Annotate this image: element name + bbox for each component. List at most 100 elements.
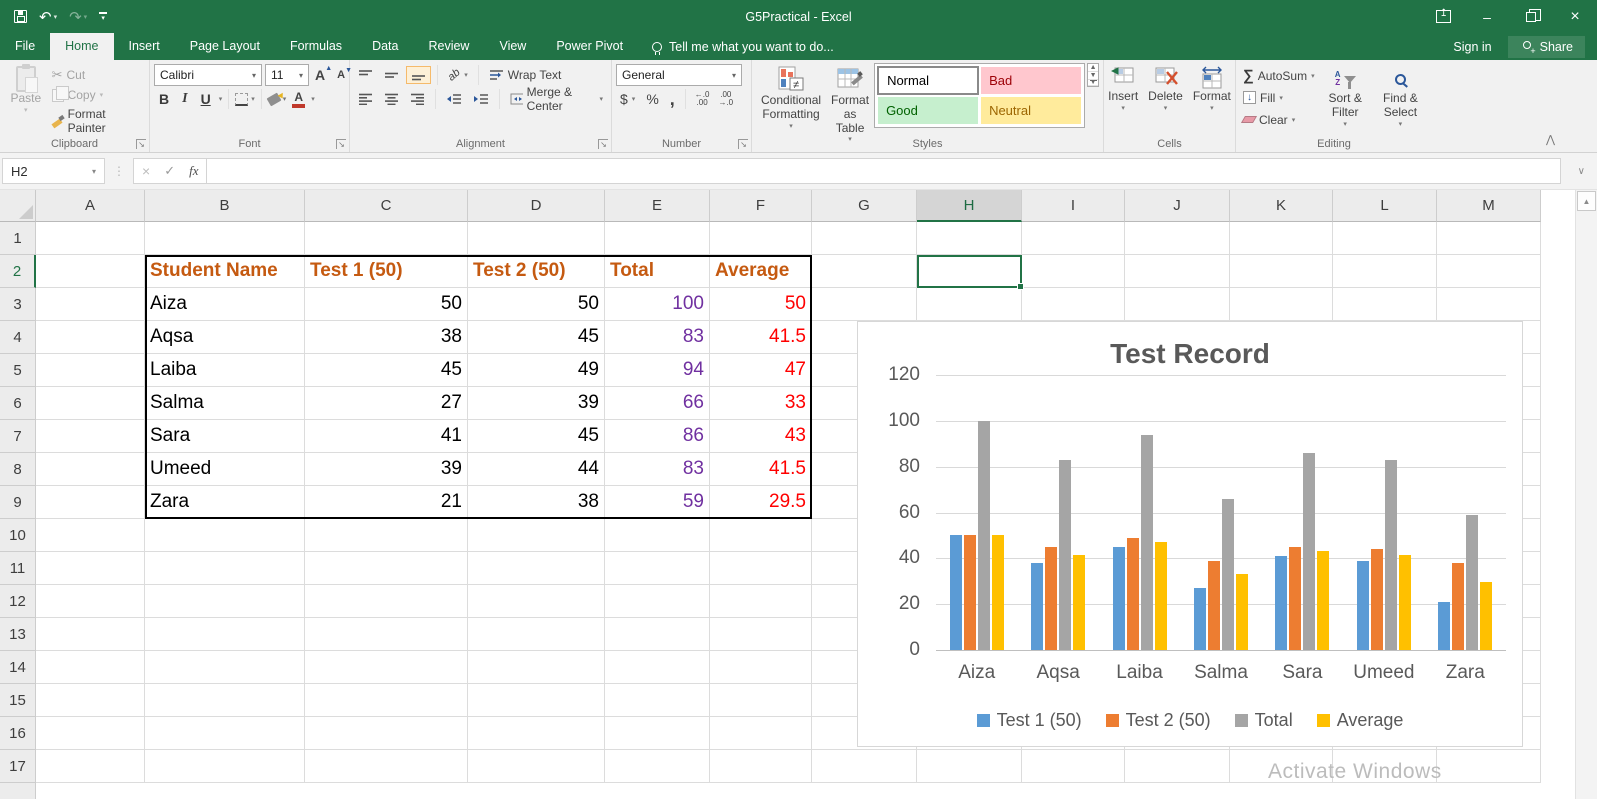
align-middle-button[interactable]: [380, 67, 403, 83]
borders-dropdown-icon[interactable]: ▾: [251, 95, 255, 103]
cell-D13[interactable]: [468, 618, 605, 651]
cell-E4[interactable]: 83: [605, 321, 710, 354]
cell-E8[interactable]: 83: [605, 453, 710, 486]
cell-E1[interactable]: [605, 222, 710, 255]
align-top-button[interactable]: [354, 67, 377, 83]
column-header-C[interactable]: C: [305, 190, 468, 222]
shrink-font-button[interactable]: A▼: [334, 69, 351, 81]
vertical-scrollbar[interactable]: ▲: [1575, 190, 1597, 799]
orientation-button[interactable]: ab▾: [444, 67, 472, 83]
copy-button[interactable]: Copy ▾: [48, 86, 145, 104]
conditional-formatting-button[interactable]: ≠ Conditional Formatting ▾: [756, 63, 826, 134]
cell-E12[interactable]: [605, 585, 710, 618]
row-header-7[interactable]: 7: [0, 420, 36, 453]
font-color-dropdown-icon[interactable]: ▾: [311, 95, 315, 103]
cut-button[interactable]: ✂Cut: [48, 65, 145, 85]
bar-total-umeed[interactable]: [1385, 460, 1397, 650]
enter-icon[interactable]: ✓: [164, 163, 175, 179]
bar-average-salma[interactable]: [1236, 574, 1248, 650]
cell-D7[interactable]: 45: [468, 420, 605, 453]
tab-view[interactable]: View: [484, 33, 541, 60]
tab-home[interactable]: Home: [50, 33, 113, 60]
cell-B1[interactable]: [145, 222, 305, 255]
cell-E11[interactable]: [605, 552, 710, 585]
bar-test-1-50--zara[interactable]: [1438, 602, 1450, 650]
share-button[interactable]: Share: [1508, 36, 1585, 58]
bar-total-salma[interactable]: [1222, 499, 1234, 650]
font-family-combo[interactable]: Calibri▾: [154, 64, 262, 86]
row-header-10[interactable]: 10: [0, 519, 36, 552]
customize-qat-button[interactable]: ▾: [95, 12, 111, 21]
borders-icon[interactable]: [235, 93, 248, 106]
cell-G17[interactable]: [812, 750, 917, 783]
sort-filter-button[interactable]: AZ Sort & Filter ▾: [1318, 63, 1373, 132]
row-header-14[interactable]: 14: [0, 651, 36, 684]
row-header-16[interactable]: 16: [0, 717, 36, 750]
row-header-15[interactable]: 15: [0, 684, 36, 717]
cell-B16[interactable]: [145, 717, 305, 750]
bar-test-2-50--zara[interactable]: [1452, 563, 1464, 650]
row-header-5[interactable]: 5: [0, 354, 36, 387]
fill-handle[interactable]: [1017, 283, 1024, 290]
row-header-13[interactable]: 13: [0, 618, 36, 651]
cell-F4[interactable]: 41.5: [710, 321, 812, 354]
cell-C6[interactable]: 27: [305, 387, 468, 420]
bar-average-laiba[interactable]: [1155, 542, 1167, 650]
cell-C13[interactable]: [305, 618, 468, 651]
clipboard-dialog-launcher[interactable]: ↘: [136, 139, 146, 149]
cell-E7[interactable]: 86: [605, 420, 710, 453]
column-header-B[interactable]: B: [145, 190, 305, 222]
row-header-4[interactable]: 4: [0, 321, 36, 354]
column-header-F[interactable]: F: [710, 190, 812, 222]
cell-F3[interactable]: 50: [710, 288, 812, 321]
cell-A13[interactable]: [36, 618, 145, 651]
cell-A15[interactable]: [36, 684, 145, 717]
accounting-format-button[interactable]: $▾: [616, 89, 639, 109]
grow-font-button[interactable]: A▲: [312, 67, 331, 83]
cell-C15[interactable]: [305, 684, 468, 717]
bar-total-sara[interactable]: [1303, 453, 1315, 650]
cell-H1[interactable]: [917, 222, 1022, 255]
cell-A17[interactable]: [36, 750, 145, 783]
cell-B11[interactable]: [145, 552, 305, 585]
cell-H17[interactable]: [917, 750, 1022, 783]
tell-me-box[interactable]: Tell me what you want to do...: [638, 33, 848, 60]
cell-B10[interactable]: [145, 519, 305, 552]
underline-button[interactable]: U: [196, 90, 216, 108]
cell-C16[interactable]: [305, 717, 468, 750]
increase-decimal-button[interactable]: ←.0.00: [692, 91, 713, 107]
cell-D1[interactable]: [468, 222, 605, 255]
cell-I3[interactable]: [1022, 288, 1125, 321]
cell-M17[interactable]: [1437, 750, 1541, 783]
cell-G3[interactable]: [812, 288, 917, 321]
tab-file[interactable]: File: [0, 33, 50, 60]
cell-D11[interactable]: [468, 552, 605, 585]
cell-C14[interactable]: [305, 651, 468, 684]
increase-indent-button[interactable]: [469, 91, 493, 107]
bar-total-aqsa[interactable]: [1059, 460, 1071, 650]
cell-F5[interactable]: 47: [710, 354, 812, 387]
cell-B17[interactable]: [145, 750, 305, 783]
cell-E13[interactable]: [605, 618, 710, 651]
underline-dropdown-icon[interactable]: ▾: [219, 95, 223, 103]
cell-F9[interactable]: 29.5: [710, 486, 812, 519]
number-dialog-launcher[interactable]: ↘: [738, 139, 748, 149]
cell-A11[interactable]: [36, 552, 145, 585]
cell-J1[interactable]: [1125, 222, 1230, 255]
cell-F2[interactable]: Average: [710, 255, 812, 288]
cell-D4[interactable]: 45: [468, 321, 605, 354]
tab-page-layout[interactable]: Page Layout: [175, 33, 275, 60]
row-header-12[interactable]: 12: [0, 585, 36, 618]
cell-A16[interactable]: [36, 717, 145, 750]
column-header-G[interactable]: G: [812, 190, 917, 222]
cell-J2[interactable]: [1125, 255, 1230, 288]
cell-C1[interactable]: [305, 222, 468, 255]
save-button[interactable]: [10, 10, 31, 23]
cell-E10[interactable]: [605, 519, 710, 552]
format-painter-button[interactable]: Format Painter: [48, 105, 145, 137]
cell-B6[interactable]: Salma: [145, 387, 305, 420]
cell-F17[interactable]: [710, 750, 812, 783]
cell-B13[interactable]: [145, 618, 305, 651]
cell-A12[interactable]: [36, 585, 145, 618]
undo-button[interactable]: ↶▾: [35, 8, 61, 26]
